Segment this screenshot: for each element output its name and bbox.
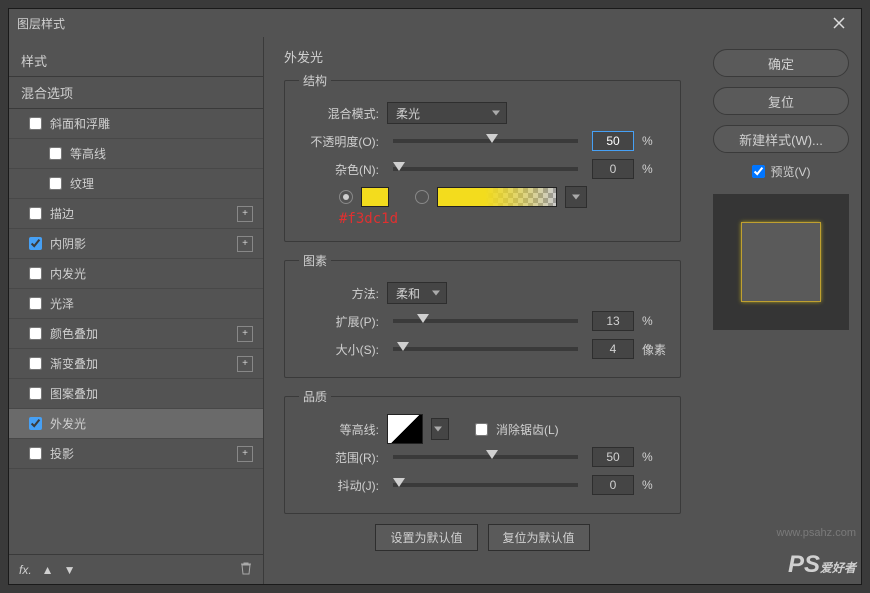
size-input[interactable] — [592, 339, 634, 359]
sidebar-item[interactable]: 图案叠加 — [9, 379, 263, 409]
sidebar-checkbox[interactable] — [29, 417, 42, 430]
gradient-swatch[interactable] — [437, 187, 557, 207]
up-icon[interactable]: ▲ — [42, 563, 54, 577]
set-default-button[interactable]: 设置为默认值 — [375, 524, 477, 551]
close-button[interactable] — [825, 9, 853, 37]
ok-button[interactable]: 确定 — [713, 49, 849, 77]
plus-icon[interactable]: + — [237, 206, 253, 222]
range-input[interactable] — [592, 447, 634, 467]
contour-select[interactable] — [431, 418, 449, 440]
layer-style-dialog: 图层样式 样式 混合选项 斜面和浮雕等高线纹理描边 + 内阴影 + 内发光光泽颜色叠加 +… — [8, 8, 862, 585]
blend-mode-select[interactable]: 柔光 — [387, 102, 507, 124]
gradient-select[interactable] — [565, 186, 587, 208]
styles-sidebar: 样式 混合选项 斜面和浮雕等高线纹理描边 + 内阴影 + 内发光光泽颜色叠加 + 渐变叠加 +… — [9, 37, 264, 584]
structure-group: 结构 混合模式: 柔光 不透明度(O): % 杂色(N): % — [284, 72, 681, 242]
sidebar-checkbox[interactable] — [29, 267, 42, 280]
sidebar-item[interactable]: 外发光 — [9, 409, 263, 439]
jitter-input[interactable] — [592, 475, 634, 495]
elements-group: 图素 方法: 柔和 扩展(P): % 大小(S): 像素 — [284, 252, 681, 378]
sidebar-checkbox[interactable] — [29, 327, 42, 340]
sidebar-item-label: 纹理 — [70, 175, 94, 192]
dialog-body: 样式 混合选项 斜面和浮雕等高线纹理描边 + 内阴影 + 内发光光泽颜色叠加 + 渐变叠加 +… — [9, 37, 861, 584]
reset-default-button[interactable]: 复位为默认值 — [488, 524, 590, 551]
dialog-title: 图层样式 — [17, 15, 65, 32]
spread-slider[interactable] — [393, 319, 578, 323]
new-style-button[interactable]: 新建样式(W)... — [713, 125, 849, 153]
jitter-slider[interactable] — [393, 483, 578, 487]
sidebar-checkbox[interactable] — [29, 357, 42, 370]
watermark-brand: PS爱好者 — [788, 551, 856, 579]
noise-input[interactable] — [592, 159, 634, 179]
sidebar-item[interactable]: 光泽 — [9, 289, 263, 319]
sidebar-item-label: 外发光 — [50, 415, 86, 432]
cancel-button[interactable]: 复位 — [713, 87, 849, 115]
color-annotation: #f3dc1d — [339, 211, 666, 227]
sidebar-item-label: 等高线 — [70, 145, 106, 162]
sidebar-checkbox[interactable] — [49, 177, 62, 190]
sidebar-checkbox[interactable] — [29, 207, 42, 220]
right-panel: 确定 复位 新建样式(W)... 预览(V) — [701, 37, 861, 584]
sidebar-checkbox[interactable] — [29, 117, 42, 130]
sidebar-checkbox[interactable] — [29, 297, 42, 310]
sidebar-item-label: 颜色叠加 — [50, 325, 98, 342]
sidebar-item-label: 渐变叠加 — [50, 355, 98, 372]
spread-input[interactable] — [592, 311, 634, 331]
sidebar-item[interactable]: 内发光 — [9, 259, 263, 289]
panel-title: 外发光 — [284, 47, 681, 66]
color-radio[interactable] — [339, 190, 353, 204]
opacity-slider[interactable] — [393, 139, 578, 143]
gradient-radio[interactable] — [415, 190, 429, 204]
sidebar-item-label: 投影 — [50, 445, 74, 462]
plus-icon[interactable]: + — [237, 236, 253, 252]
sidebar-item-label: 内阴影 — [50, 235, 86, 252]
quality-group: 品质 等高线: 消除锯齿(L) 范围(R): % 抖动(J): — [284, 388, 681, 514]
contour-swatch[interactable] — [387, 414, 423, 444]
sidebar-item[interactable]: 投影 + — [9, 439, 263, 469]
sidebar-item[interactable]: 斜面和浮雕 — [9, 109, 263, 139]
fx-icon[interactable]: fx. — [19, 563, 32, 577]
color-swatch[interactable] — [361, 187, 389, 207]
sidebar-checkbox[interactable] — [29, 387, 42, 400]
titlebar: 图层样式 — [9, 9, 861, 37]
size-slider[interactable] — [393, 347, 578, 351]
sidebar-item-label: 描边 — [50, 205, 74, 222]
sidebar-item[interactable]: 内阴影 + — [9, 229, 263, 259]
sidebar-item-label: 内发光 — [50, 265, 86, 282]
trash-icon[interactable] — [239, 561, 253, 578]
plus-icon[interactable]: + — [237, 326, 253, 342]
antialias-checkbox[interactable] — [475, 423, 488, 436]
sidebar-checkbox[interactable] — [29, 447, 42, 460]
noise-slider[interactable] — [393, 167, 578, 171]
sidebar-checkbox[interactable] — [29, 237, 42, 250]
method-select[interactable]: 柔和 — [387, 282, 447, 304]
preview-swatch — [741, 222, 821, 302]
plus-icon[interactable]: + — [237, 446, 253, 462]
sidebar-checkbox[interactable] — [49, 147, 62, 160]
sidebar-item[interactable]: 渐变叠加 + — [9, 349, 263, 379]
sidebar-item[interactable]: 描边 + — [9, 199, 263, 229]
sidebar-item[interactable]: 等高线 — [9, 139, 263, 169]
watermark-url: www.psahz.com — [777, 527, 856, 539]
preview-checkbox[interactable] — [752, 165, 765, 178]
sidebar-item[interactable]: 纹理 — [9, 169, 263, 199]
sidebar-header: 样式 — [9, 45, 263, 77]
down-icon[interactable]: ▼ — [64, 563, 76, 577]
settings-panel: 外发光 结构 混合模式: 柔光 不透明度(O): % 杂色(N): % — [264, 37, 701, 584]
close-icon — [833, 17, 845, 29]
plus-icon[interactable]: + — [237, 356, 253, 372]
sidebar-item-label: 图案叠加 — [50, 385, 98, 402]
opacity-input[interactable] — [592, 131, 634, 151]
sidebar-footer: fx. ▲ ▼ — [9, 554, 263, 584]
sidebar-item-label: 光泽 — [50, 295, 74, 312]
range-slider[interactable] — [393, 455, 578, 459]
sidebar-item-label: 斜面和浮雕 — [50, 115, 110, 132]
sidebar-blending[interactable]: 混合选项 — [9, 77, 263, 109]
preview-box — [713, 194, 849, 330]
sidebar-item[interactable]: 颜色叠加 + — [9, 319, 263, 349]
